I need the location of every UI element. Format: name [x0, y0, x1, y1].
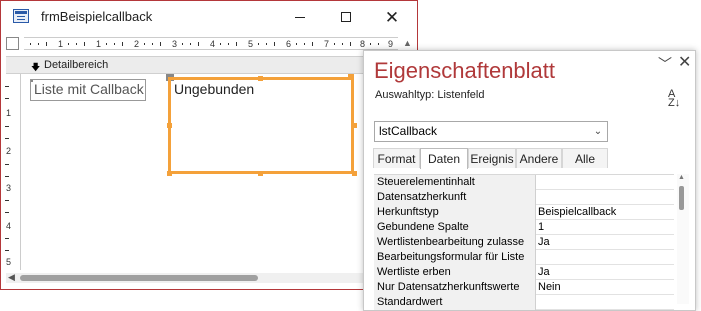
- vruler-tick: [5, 250, 9, 251]
- tab-ereignis[interactable]: Ereignis: [468, 148, 516, 168]
- property-value[interactable]: Ja: [537, 265, 672, 280]
- svg-text:7: 7: [324, 39, 329, 49]
- property-row[interactable]: Standardwert: [374, 295, 674, 310]
- vruler-number: 2: [6, 146, 12, 156]
- vruler-tick: [5, 98, 9, 99]
- vruler-tick: [5, 126, 9, 127]
- resize-handle[interactable]: [167, 171, 172, 176]
- tab-alle[interactable]: Alle: [562, 148, 608, 168]
- vruler-tick: [5, 238, 9, 239]
- svg-text:9: 9: [388, 39, 393, 49]
- vruler-tick: [5, 164, 9, 165]
- property-value[interactable]: [537, 295, 672, 310]
- form-title: frmBeispielcallback: [41, 9, 153, 24]
- section-label: Detailbereich: [44, 59, 109, 71]
- move-handle[interactable]: [31, 80, 33, 82]
- property-scroll-thumb[interactable]: [679, 186, 684, 210]
- horizontal-scroll-thumb[interactable]: [20, 275, 258, 281]
- listbox-control-text: Ungebunden: [174, 81, 255, 97]
- vruler-number: 5: [6, 257, 12, 267]
- resize-handle[interactable]: [258, 76, 263, 81]
- sort-az-icon[interactable]: A Z↓: [668, 89, 680, 109]
- property-key: Gebundene Spalte: [374, 220, 536, 235]
- selection-type: Auswahltyp: Listenfeld: [375, 89, 485, 101]
- scroll-up-arrow-icon[interactable]: ▲: [678, 174, 685, 181]
- resize-handle[interactable]: [352, 123, 357, 128]
- close-icon: ✕: [384, 7, 400, 27]
- svg-text:4: 4: [210, 39, 215, 49]
- property-value[interactable]: [537, 175, 672, 190]
- label-control-text: Liste mit Callback:: [34, 81, 146, 97]
- horizontal-ruler[interactable]: 1 1 2 3 4 5 6 7 8 9: [24, 37, 398, 50]
- property-row[interactable]: Nur Datensatzherkunftswerte Nein: [374, 280, 674, 295]
- close-button[interactable]: ✕: [369, 1, 415, 33]
- form-selector[interactable]: [6, 37, 19, 50]
- property-key: Nur Datensatzherkunftswerte: [374, 280, 536, 295]
- property-row[interactable]: Gebundene Spalte 1: [374, 220, 674, 235]
- svg-text:8: 8: [360, 39, 365, 49]
- vruler-tick: [5, 86, 9, 87]
- property-value[interactable]: [537, 190, 672, 205]
- property-key: Standardwert: [374, 295, 536, 310]
- property-key: Herkunftstyp: [374, 205, 536, 220]
- resize-handle[interactable]: [348, 74, 354, 80]
- property-key: Wertlistenbearbeitung zulasse: [374, 235, 536, 250]
- property-key: Bearbeitungsformular für Liste: [374, 250, 536, 265]
- vruler-number: 4: [6, 221, 12, 231]
- property-value[interactable]: Ja: [537, 235, 672, 250]
- property-value[interactable]: Nein: [537, 280, 672, 295]
- svg-text:1: 1: [96, 39, 101, 49]
- property-row[interactable]: Bearbeitungsformular für Liste: [374, 250, 674, 265]
- section-arrow-icon: 🡇: [31, 62, 41, 72]
- ruler-ticks: 1 1 2 3 4 5 6 7 8 9: [30, 39, 393, 49]
- vruler-tick: [5, 138, 9, 139]
- resize-handle[interactable]: [167, 123, 172, 128]
- vruler-tick: [5, 176, 9, 177]
- form-icon: [13, 9, 29, 23]
- vruler-tick: [5, 212, 9, 213]
- object-selector-value: lstCallback: [379, 124, 438, 138]
- listbox-control-selected[interactable]: Ungebunden: [167, 76, 357, 176]
- vruler-tick: [5, 200, 9, 201]
- close-icon[interactable]: ✕: [678, 52, 691, 72]
- scroll-left-arrow-icon[interactable]: ◀: [8, 272, 15, 283]
- vruler-number: 1: [6, 108, 12, 118]
- minimize-icon: [295, 16, 305, 18]
- chevron-down-icon[interactable]: ⌄: [589, 122, 607, 141]
- svg-text:3: 3: [172, 39, 177, 49]
- maximize-button[interactable]: [323, 1, 369, 33]
- form-titlebar[interactable]: frmBeispielcallback ✕: [1, 1, 417, 33]
- vertical-ruler[interactable]: [6, 74, 21, 270]
- minimize-button[interactable]: [277, 1, 323, 33]
- collapse-chevron-icon[interactable]: ﹀: [658, 54, 672, 74]
- scroll-up-arrow-icon[interactable]: ▲: [401, 37, 414, 50]
- object-selector-combo[interactable]: lstCallback: [374, 121, 608, 142]
- property-value[interactable]: 1: [537, 220, 672, 235]
- property-row[interactable]: Wertliste erben Ja: [374, 265, 674, 280]
- tab-format[interactable]: Format: [373, 148, 420, 168]
- resize-handle[interactable]: [352, 171, 357, 176]
- tab-daten[interactable]: Daten: [420, 148, 468, 169]
- vruler-number: 3: [6, 183, 12, 193]
- property-key: Datensatzherkunft: [374, 190, 536, 205]
- property-key: Steuerelementinhalt: [374, 175, 536, 190]
- resize-handle[interactable]: [258, 171, 263, 176]
- label-control[interactable]: Liste mit Callback:: [30, 79, 146, 101]
- property-sheet-title: Eigenschaftenblatt: [374, 58, 556, 83]
- property-row[interactable]: Wertlistenbearbeitung zulasse Ja: [374, 235, 674, 250]
- svg-text:5: 5: [248, 39, 253, 49]
- property-row[interactable]: Datensatzherkunft: [374, 190, 674, 205]
- svg-text:2: 2: [134, 39, 139, 49]
- property-value[interactable]: [537, 250, 672, 265]
- svg-text:6: 6: [286, 39, 291, 49]
- svg-text:1: 1: [58, 39, 63, 49]
- property-key: Wertliste erben: [374, 265, 536, 280]
- property-row[interactable]: Steuerelementinhalt: [374, 175, 674, 190]
- property-grid: Steuerelementinhalt Datensatzherkunft He…: [374, 174, 674, 310]
- property-row[interactable]: Herkunftstyp Beispielcallback: [374, 205, 674, 220]
- tab-andere[interactable]: Andere: [516, 148, 562, 168]
- maximize-icon: [341, 12, 351, 22]
- property-value[interactable]: Beispielcallback: [537, 205, 672, 220]
